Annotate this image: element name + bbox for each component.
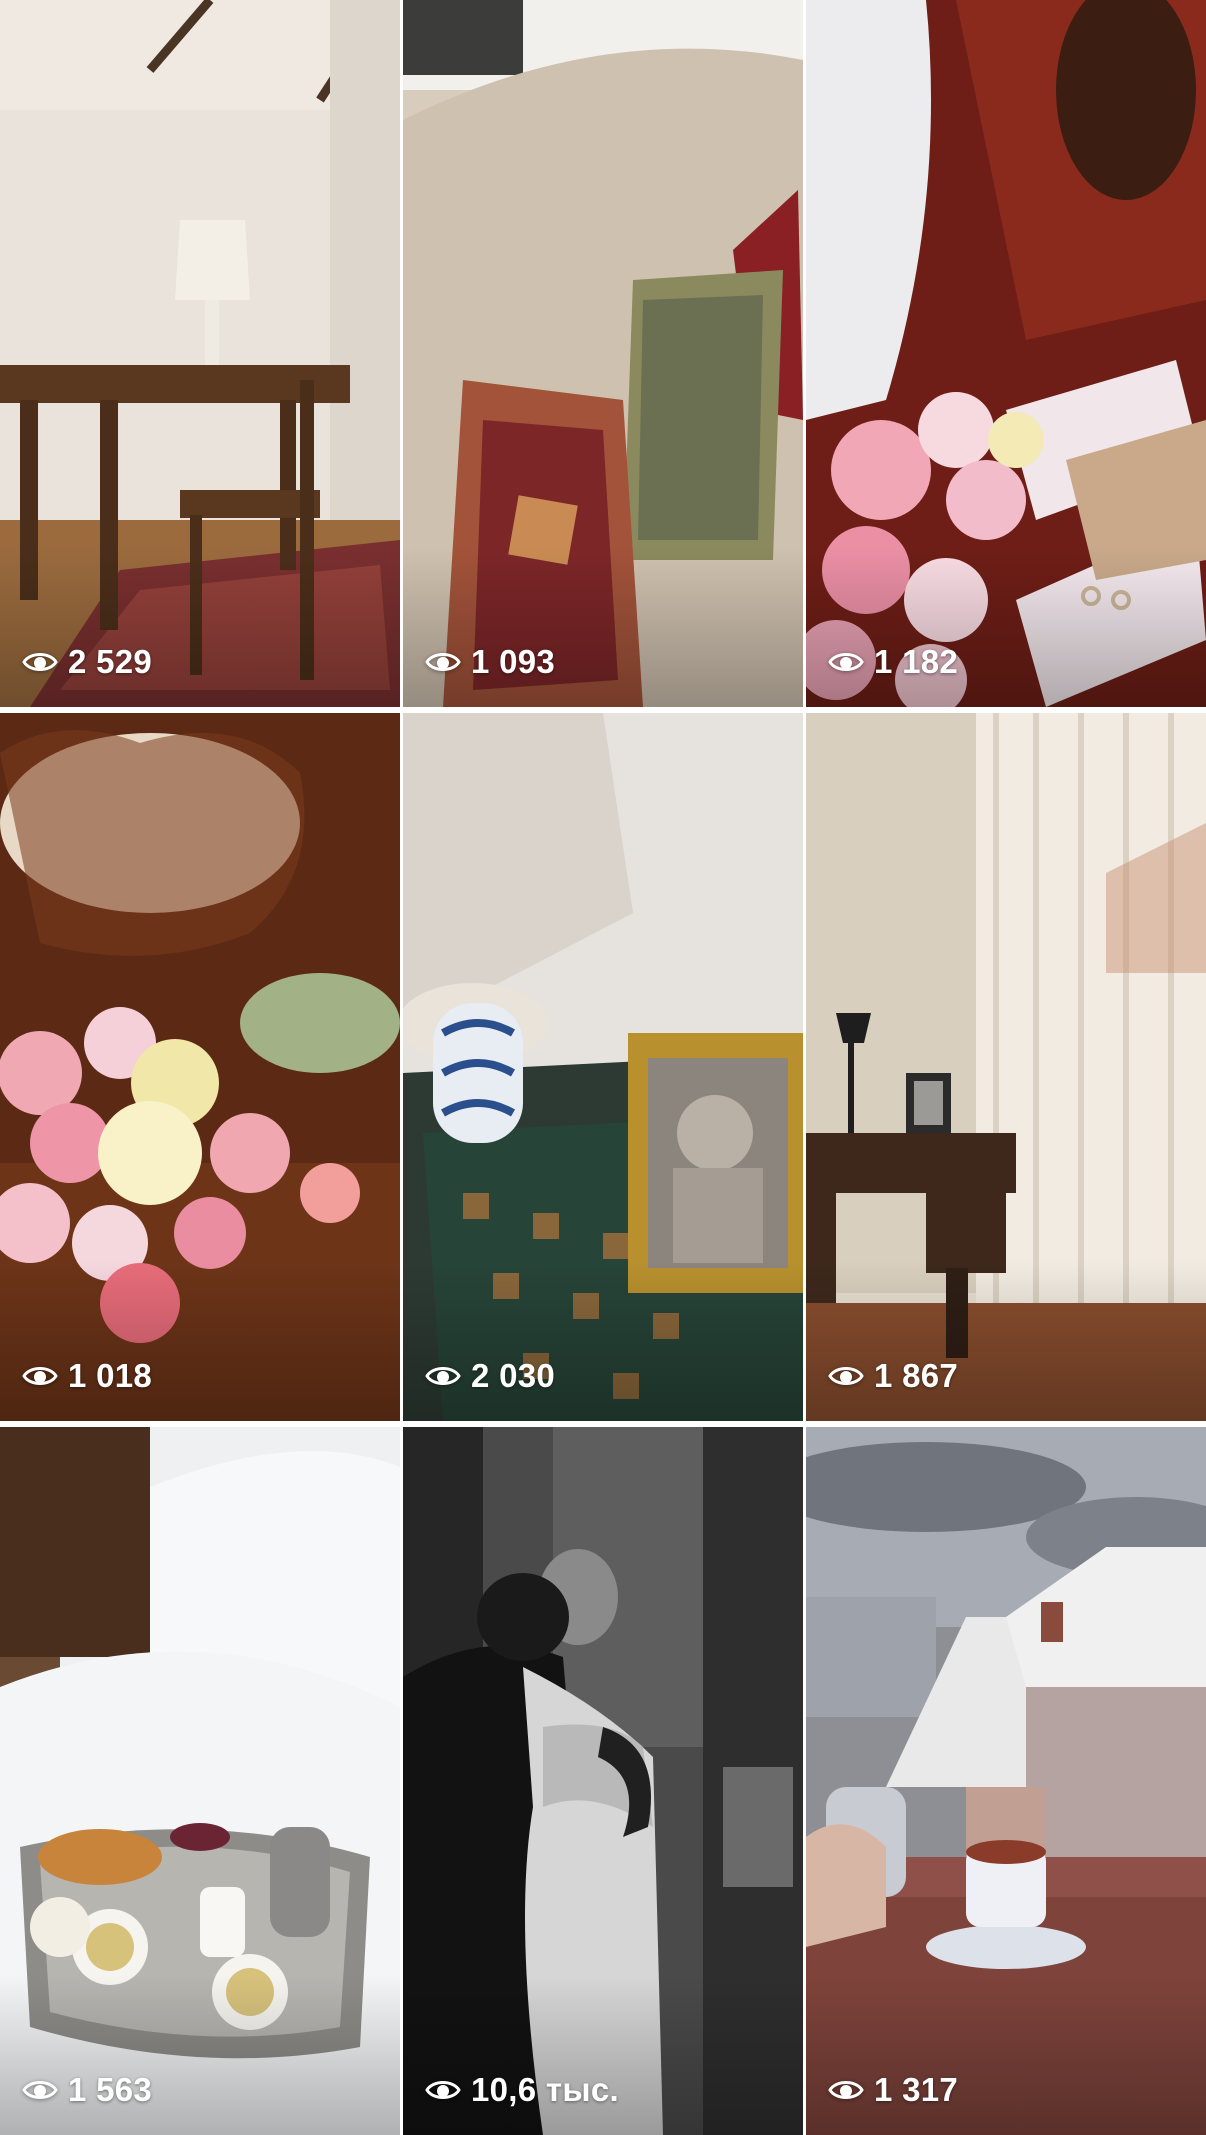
view-count: 1 182	[828, 643, 958, 681]
view-count: 2 529	[22, 643, 152, 681]
view-count: 2 030	[425, 1357, 555, 1395]
grid-tile-1[interactable]: 2 529	[0, 0, 400, 707]
grid-tile-3[interactable]: 1 182	[806, 0, 1206, 707]
eye-icon	[22, 653, 58, 671]
grid-tile-4[interactable]: 1 018	[0, 713, 400, 1421]
tile-shade	[806, 1261, 1206, 1421]
tile-shade	[806, 547, 1206, 707]
eye-icon	[828, 653, 864, 671]
view-count: 1 317	[828, 2071, 958, 2109]
view-count-label: 1 182	[874, 643, 959, 680]
eye-icon	[425, 2081, 461, 2099]
tile-shade	[403, 1975, 803, 2135]
eye-icon	[425, 1367, 461, 1385]
eye-icon	[828, 1367, 864, 1385]
view-count-label: 1 317	[874, 2071, 959, 2108]
grid-tile-8[interactable]: 10,6 тыс.	[403, 1427, 803, 2135]
post-grid: 2 529 1 093 1 182 1 018 2 030 1 867 1 56…	[0, 0, 1206, 2135]
eye-icon	[828, 2081, 864, 2099]
tile-shade	[0, 1261, 400, 1421]
view-count-label: 10,6 тыс.	[471, 2071, 619, 2108]
view-count-label: 1 867	[874, 1357, 959, 1394]
eye-icon	[425, 653, 461, 671]
view-count: 1 018	[22, 1357, 152, 1395]
tile-shade	[0, 547, 400, 707]
grid-tile-6[interactable]: 1 867	[806, 713, 1206, 1421]
view-count: 1 093	[425, 643, 555, 681]
grid-tile-7[interactable]: 1 563	[0, 1427, 400, 2135]
eye-icon	[22, 2081, 58, 2099]
tile-shade	[403, 1261, 803, 1421]
view-count-label: 2 529	[68, 643, 153, 680]
view-count-label: 1 093	[471, 643, 556, 680]
view-count-label: 2 030	[471, 1357, 556, 1394]
view-count-label: 1 563	[68, 2071, 153, 2108]
grid-tile-9[interactable]: 1 317	[806, 1427, 1206, 2135]
view-count: 1 563	[22, 2071, 152, 2109]
view-count-label: 1 018	[68, 1357, 153, 1394]
grid-tile-5[interactable]: 2 030	[403, 713, 803, 1421]
tile-shade	[806, 1975, 1206, 2135]
view-count: 10,6 тыс.	[425, 2071, 619, 2109]
tile-shade	[0, 1975, 400, 2135]
eye-icon	[22, 1367, 58, 1385]
view-count: 1 867	[828, 1357, 958, 1395]
tile-shade	[403, 547, 803, 707]
grid-tile-2[interactable]: 1 093	[403, 0, 803, 707]
